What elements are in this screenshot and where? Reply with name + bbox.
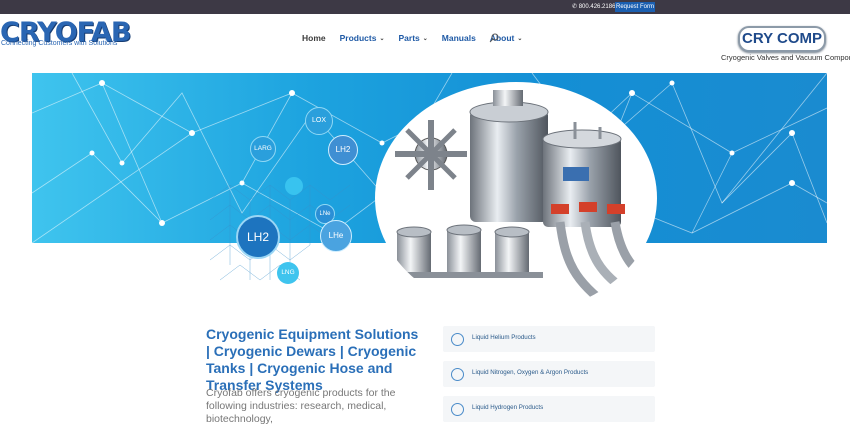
phone-number[interactable]: ✆ 800.426.2186 bbox=[572, 3, 615, 10]
main-nav: Home Products ⌄ Parts ⌄ Manuals About ⌄ bbox=[302, 33, 536, 43]
page-title: Cryogenic Equipment Solutions | Cryogeni… bbox=[206, 326, 419, 393]
cryogenic-equipment-photo bbox=[375, 82, 657, 314]
chevron-down-icon: ⌄ bbox=[422, 35, 428, 42]
nav-item-parts[interactable]: Parts ⌄ bbox=[399, 33, 428, 43]
bubble-lh2-small: LH2 bbox=[328, 135, 358, 165]
intro-text: Cryofab offers cryogenic products for th… bbox=[206, 387, 396, 425]
hydrogen-icon bbox=[451, 403, 464, 416]
chevron-down-icon: ⌄ bbox=[517, 35, 523, 42]
nav-item-manuals[interactable]: Manuals bbox=[442, 33, 476, 43]
product-link-liquid-hydrogen[interactable]: Liquid Hydrogen Products bbox=[443, 396, 655, 422]
search-icon[interactable] bbox=[489, 33, 499, 43]
logo-tagline: Connecting Customers with Solutions bbox=[1, 40, 118, 47]
bubble-larg: LARG bbox=[250, 136, 276, 162]
cryocomp-tagline: Cryogenic Valves and Vacuum Compone bbox=[721, 53, 850, 62]
top-bar: ✆ 800.426.2186 Request Form bbox=[0, 0, 850, 14]
product-label: Liquid Nitrogen, Oxygen & Argon Products bbox=[472, 369, 589, 376]
product-link-liquid-helium[interactable]: Liquid Helium Products bbox=[443, 326, 655, 352]
nav-item-home[interactable]: Home bbox=[302, 33, 326, 43]
nitrogen-icon bbox=[451, 368, 464, 381]
product-label: Liquid Helium Products bbox=[472, 334, 536, 341]
request-form-button[interactable]: Request Form bbox=[615, 2, 655, 12]
nav-item-products[interactable]: Products ⌄ bbox=[340, 33, 385, 43]
bubble-lh2-large: LH2 bbox=[236, 215, 280, 259]
bubble-lox: LOX bbox=[305, 107, 333, 135]
chevron-down-icon: ⌄ bbox=[379, 35, 385, 42]
bubble-lng: LNG bbox=[277, 262, 299, 284]
helium-icon bbox=[451, 333, 464, 346]
cryocomp-logo[interactable]: CRY COMP bbox=[738, 26, 826, 52]
bubble-lhe: LHe bbox=[320, 220, 352, 252]
product-link-liquid-nitrogen[interactable]: Liquid Nitrogen, Oxygen & Argon Products bbox=[443, 361, 655, 387]
